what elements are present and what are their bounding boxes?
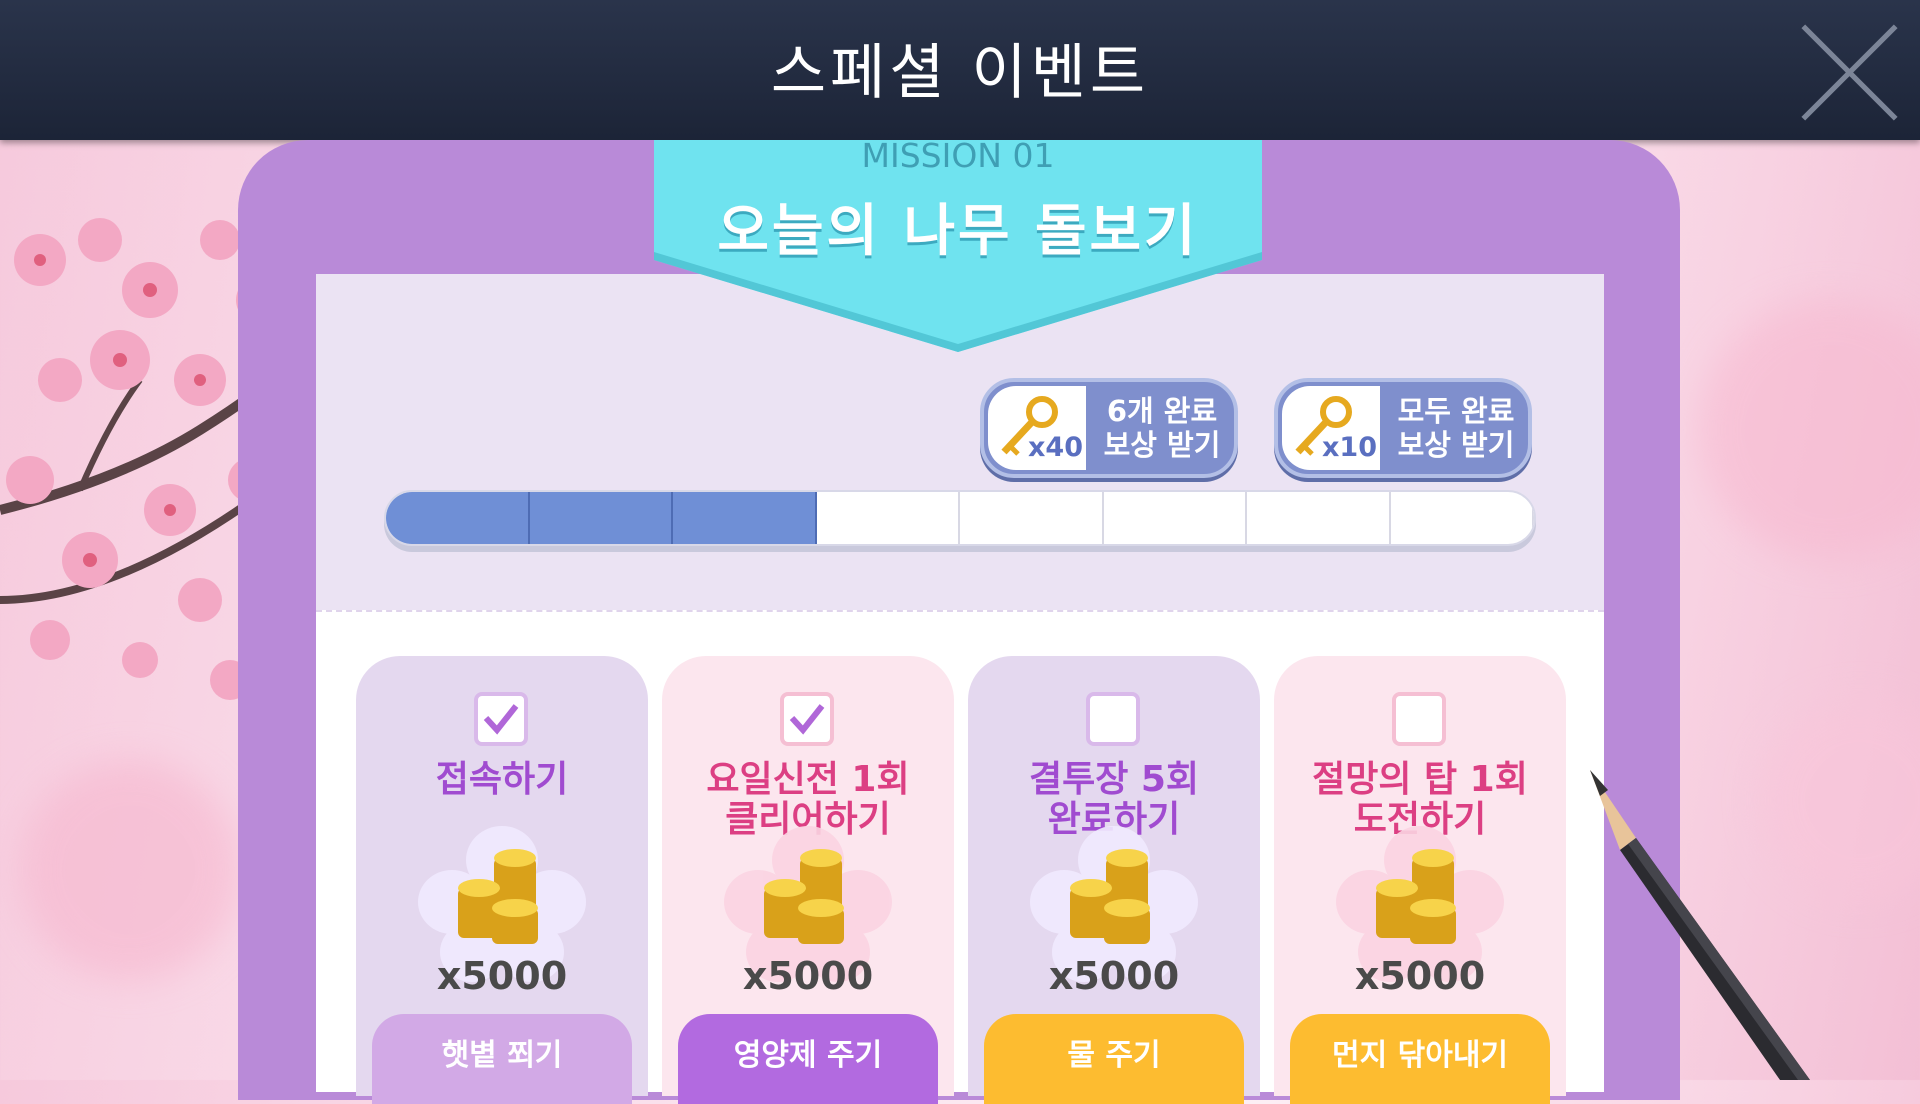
- reward-label-line2: 보상 받기: [1397, 428, 1515, 462]
- task-checkbox[interactable]: [780, 692, 834, 746]
- reward-amount: x5000: [1048, 954, 1180, 998]
- reward-amount: x5000: [436, 954, 568, 998]
- coin-stack-icon: [764, 849, 844, 944]
- check-icon: [789, 704, 825, 735]
- check-icon: [483, 704, 519, 735]
- task-card: 결투장 5회 완료하기 x5000 물 주기: [968, 656, 1260, 1104]
- reward-label-line1: 6개 완료: [1106, 394, 1218, 428]
- task-checkbox[interactable]: [1392, 692, 1446, 746]
- pencil-decoration: [1590, 770, 1810, 1080]
- key-reward-slot: x40: [988, 386, 1086, 470]
- mission-title: 오늘의 나무 돌보기: [717, 199, 1199, 264]
- background-blur: [20, 760, 240, 980]
- mission-label: MISSION 01: [861, 136, 1055, 175]
- progress-segment: [1391, 492, 1534, 544]
- reward-label: 6개 완료 보상 받기: [1096, 394, 1228, 462]
- background-blur: [1700, 300, 1920, 560]
- task-action-button[interactable]: 영양제 주기: [678, 1014, 938, 1104]
- task-title-line1: 결투장 5회: [1028, 759, 1200, 800]
- task-card: 접속하기 x5000 햇볕 쬐기: [356, 656, 648, 1104]
- reward-count: x10: [1322, 432, 1377, 463]
- progress-segment: [960, 492, 1104, 544]
- progress-segment: [817, 492, 960, 544]
- task-action-button[interactable]: 먼지 닦아내기: [1290, 1014, 1550, 1104]
- task-card: 요일신전 1회 클리어하기 x5000 영양제 주기: [662, 656, 954, 1104]
- task-card: 절망의 탑 1회 도전하기 x5000 먼지 닦아내기: [1274, 656, 1566, 1104]
- reward-label-line1: 모두 완료: [1397, 394, 1515, 428]
- task-checkbox[interactable]: [474, 692, 528, 746]
- coin-stack-icon: [1376, 849, 1456, 944]
- reward-amount: x5000: [742, 954, 874, 998]
- reward-amount: x5000: [1354, 954, 1486, 998]
- page-title: 스페셜 이벤트: [770, 38, 1150, 108]
- progress-segment: [673, 492, 817, 544]
- reward-all-complete-button[interactable]: x10 모두 완료 보상 받기: [1274, 378, 1532, 478]
- mission-progress-bar: [384, 490, 1536, 546]
- reward-label: 모두 완료 보상 받기: [1390, 394, 1522, 462]
- close-icon[interactable]: [1797, 20, 1902, 125]
- task-checkbox[interactable]: [1086, 692, 1140, 746]
- task-action-button[interactable]: 햇볕 쬐기: [372, 1014, 632, 1104]
- coin-stack-icon: [1070, 849, 1150, 944]
- reward-count: x40: [1028, 432, 1083, 463]
- coin-stack-icon: [458, 849, 538, 944]
- task-title-line1: 요일신전 1회: [706, 759, 910, 800]
- reward-six-complete-button[interactable]: x40 6개 완료 보상 받기: [980, 378, 1238, 478]
- header-bar: 스페셜 이벤트: [0, 0, 1920, 140]
- task-title-line1: 절망의 탑 1회: [1312, 759, 1528, 800]
- progress-segment: [386, 492, 530, 544]
- task-action-button[interactable]: 물 주기: [984, 1014, 1244, 1104]
- progress-segment: [1247, 492, 1391, 544]
- reward-label-line2: 보상 받기: [1103, 428, 1221, 462]
- task-title: 접속하기: [356, 760, 648, 800]
- task-title-line1: 접속하기: [435, 759, 569, 800]
- key-reward-slot: x10: [1282, 386, 1380, 470]
- progress-segment: [529, 492, 673, 544]
- progress-segment: [1104, 492, 1247, 544]
